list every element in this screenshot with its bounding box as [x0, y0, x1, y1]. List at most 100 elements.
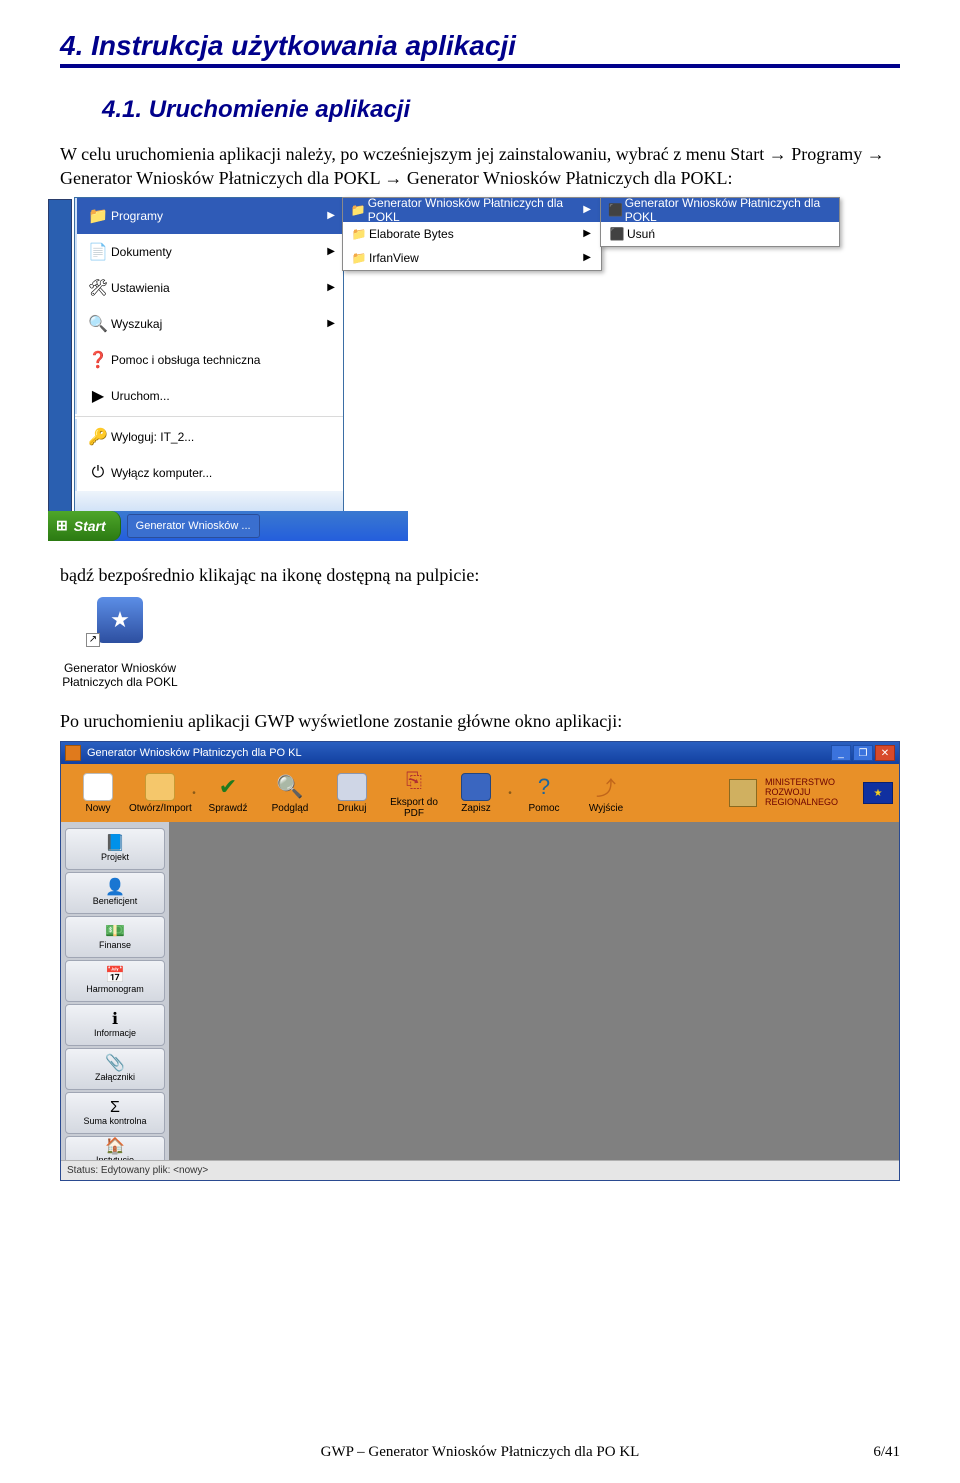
toolbar-button-podgl-d[interactable]: 🔍Podgląd	[259, 773, 321, 814]
paragraph-1: W celu uruchomienia aplikacji należy, po…	[60, 142, 900, 191]
app-sidebar: 📘Projekt👤Beneficjent💵Finanse📅Harmonogram…	[61, 822, 169, 1160]
submenu-item-icon: ⬛	[607, 203, 625, 217]
sidebar-button-label: Beneficjent	[93, 896, 138, 906]
toolbar-button-eksport-do-pdf[interactable]: ⎘Eksport do PDF	[383, 767, 445, 819]
submenu-item-label: Elaborate Bytes	[369, 227, 454, 241]
paper-icon	[83, 773, 113, 801]
start-button-label: Start	[74, 518, 106, 534]
start-menu-item[interactable]: ▶Uruchom...	[75, 378, 343, 414]
app-title: Generator Wniosków Płatniczych dla PO KL	[87, 747, 302, 759]
sidebar-button-harmonogram[interactable]: 📅Harmonogram	[65, 960, 165, 1002]
national-emblem-icon	[729, 779, 757, 807]
app-title-icon	[65, 745, 81, 761]
sidebar-button-icon: 📎	[105, 1056, 125, 1072]
submenu-item-label: Generator Wniosków Płatniczych dla POKL	[625, 196, 829, 224]
menu-item-icon: 🛠	[85, 278, 111, 298]
sidebar-button-beneficjent[interactable]: 👤Beneficjent	[65, 872, 165, 914]
paragraph-2: bądź bezpośrednio klikając na ikonę dost…	[60, 563, 900, 587]
taskbar-app-button[interactable]: Generator Wniosków ...	[127, 514, 260, 538]
status-bar: Status: Edytowany plik: <nowy>	[61, 1160, 899, 1180]
sidebar-button-icon: Σ	[110, 1100, 120, 1116]
menu-item-label: Ustawienia	[111, 281, 170, 295]
toolbar-button-label: Sprawdź	[197, 803, 259, 814]
taskbar: ⊞ Start Generator Wniosków ...	[48, 511, 408, 541]
brand-area: MINISTERSTWO ROZWOJU REGIONALNEGO	[729, 778, 893, 808]
close-button[interactable]: ✕	[875, 745, 895, 761]
shortcut-icon: ★	[97, 597, 143, 643]
toolbar-button-zapisz[interactable]: Zapisz	[445, 773, 507, 814]
windows-flag-icon: ⊞	[56, 517, 68, 534]
print-icon	[337, 773, 367, 801]
subsection-heading: 4.1. Uruchomienie aplikacji	[102, 96, 900, 124]
toolbar-button-nowy[interactable]: Nowy	[67, 773, 129, 814]
start-menu-screenshot: Windows XP Professional 📁Programy▶📄Dokum…	[60, 199, 900, 539]
submenu-item[interactable]: 📁IrfanView▶	[343, 246, 601, 270]
start-menu-item[interactable]: 📁Programy▶	[75, 198, 343, 234]
toolbar-button-label: Pomoc	[513, 803, 575, 814]
chevron-right-icon: ▶	[327, 246, 335, 257]
submenu-item-label: Usuń	[627, 227, 655, 241]
menu-item-icon: 📁	[85, 206, 111, 226]
sidebar-button-projekt[interactable]: 📘Projekt	[65, 828, 165, 870]
xp-sidebar-band: Windows XP Professional	[48, 199, 72, 513]
toolbar-button-sprawd-[interactable]: ✔ Sprawdź	[197, 773, 259, 814]
sidebar-button-label: Instytucje Pośredniczące	[66, 1155, 164, 1160]
sidebar-button-icon: ℹ	[112, 1012, 118, 1028]
start-menu-item[interactable]: 🛠Ustawienia ▶	[75, 270, 343, 306]
sidebar-button-finanse[interactable]: 💵Finanse	[65, 916, 165, 958]
sidebar-button-instytucje-pośredniczące[interactable]: 🏠Instytucje Pośredniczące	[65, 1136, 165, 1160]
submenu-item-icon: ⬛	[607, 227, 627, 241]
sidebar-button-załączniki[interactable]: 📎Załączniki	[65, 1048, 165, 1090]
maximize-button[interactable]: ❐	[853, 745, 873, 761]
chevron-right-icon: ▶	[583, 228, 591, 239]
mag-icon: 🔍	[275, 773, 305, 801]
sidebar-button-label: Informacje	[94, 1028, 136, 1038]
chevron-right-icon: ▶	[327, 210, 335, 221]
sidebar-button-suma-kontrolna[interactable]: ΣSuma kontrolna	[65, 1092, 165, 1134]
toolbar-button-drukuj[interactable]: Drukuj	[321, 773, 383, 814]
menu-item-icon: 📄	[85, 242, 111, 262]
help-icon: ?	[529, 773, 559, 801]
app-window: Generator Wniosków Płatniczych dla PO KL…	[60, 741, 900, 1181]
xp-sidebar-label: Windows XP Professional	[37, 361, 51, 508]
submenu-item-label: IrfanView	[369, 251, 419, 265]
desktop-shortcut[interactable]: ★ ↗ Generator Wniosków Płatniczych dla P…	[60, 597, 180, 689]
toolbar-button-wyj-cie[interactable]: ⤴Wyjście	[575, 773, 637, 814]
toolbar: NowyOtwórz/Import•✔Sprawdź🔍PodglądDrukuj…	[61, 764, 899, 822]
page-number: 6/41	[873, 1444, 900, 1461]
start-button[interactable]: ⊞ Start	[48, 511, 121, 541]
submenu-item[interactable]: ⬛Generator Wniosków Płatniczych dla POKL	[601, 198, 839, 222]
menu-item-label: Pomoc i obsługa techniczna	[111, 353, 260, 367]
start-menu-panel: 📁Programy▶ 📄Dokumenty ▶ 🛠Ustawienia ▶ 🔍Wyszuk…	[74, 197, 344, 514]
toolbar-button-label: Drukuj	[321, 803, 383, 814]
submenu-item-icon: 📁	[349, 251, 369, 265]
menu-item-label: Dokumenty	[111, 245, 172, 259]
sidebar-button-label: Finanse	[99, 940, 131, 950]
paragraph-3: Po uruchomieniu aplikacji GWP wyświetlon…	[60, 709, 900, 733]
submenu-item[interactable]: 📁Generator Wniosków Płatniczych dla POKL…	[343, 198, 601, 222]
menu-item-label: Wyłącz komputer...	[111, 466, 212, 480]
submenu-item[interactable]: 📁Elaborate Bytes▶	[343, 222, 601, 246]
check-icon: ✔	[213, 773, 243, 801]
menu-item-label: Wyszukaj	[111, 317, 162, 331]
toolbar-button-label: Otwórz/Import	[129, 803, 191, 814]
section-heading: 4. Instrukcja użytkowania aplikacji	[60, 30, 900, 62]
start-menu-item[interactable]: ⏻Wyłącz komputer...	[75, 455, 343, 491]
toolbar-button-label: Wyjście	[575, 803, 637, 814]
start-menu-item[interactable]: 🔑Wyloguj: IT_2...	[75, 419, 343, 455]
toolbar-button-label: Eksport do PDF	[383, 797, 445, 819]
sidebar-button-informacje[interactable]: ℹInformacje	[65, 1004, 165, 1046]
footer-text: GWP – Generator Wniosków Płatniczych dla…	[321, 1444, 640, 1460]
page-footer: GWP – Generator Wniosków Płatniczych dla…	[0, 1444, 960, 1461]
sidebar-button-icon: 📅	[105, 968, 125, 984]
start-menu-item[interactable]: 📄Dokumenty ▶	[75, 234, 343, 270]
start-menu-item[interactable]: ❓Pomoc i obsługa techniczna	[75, 342, 343, 378]
sidebar-button-label: Suma kontrolna	[83, 1116, 146, 1126]
submenu-item[interactable]: ⬛Usuń	[601, 222, 839, 246]
toolbar-button-pomoc[interactable]: ? Pomoc	[513, 773, 575, 814]
toolbar-button-otw-rz-import[interactable]: Otwórz/Import	[129, 773, 191, 814]
start-menu-item[interactable]: 🔍Wyszukaj▶	[75, 306, 343, 342]
minimize-button[interactable]: _	[831, 745, 851, 761]
submenu-item-icon: 📁	[349, 203, 368, 217]
chevron-right-icon: ▶	[327, 282, 335, 293]
